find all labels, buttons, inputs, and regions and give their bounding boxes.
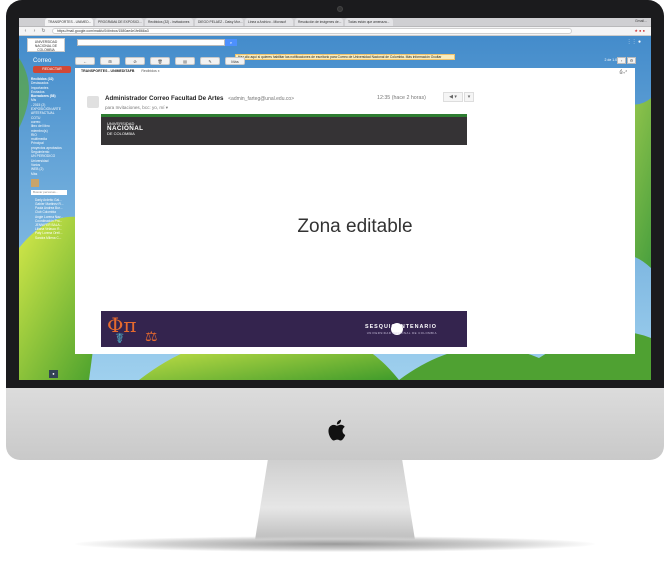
browser-url-bar: ‹ › ↻ https://mail.google.com/mail/u/0/#… bbox=[19, 27, 651, 36]
apple-logo-icon bbox=[328, 419, 346, 441]
more-button[interactable]: Más bbox=[225, 57, 245, 65]
monitor-stand bbox=[255, 460, 415, 540]
forward-icon[interactable]: › bbox=[32, 28, 37, 34]
browser-tab[interactable]: Recibidos (32) - invitaciones bbox=[145, 18, 193, 26]
contact-item[interactable]: Sandra Milena C... bbox=[31, 236, 73, 240]
settings-gear-icon[interactable]: ⚙ bbox=[627, 57, 636, 64]
sender-line: Administrador Correo Facultad De Artes <… bbox=[105, 95, 294, 102]
search-input[interactable] bbox=[77, 39, 225, 46]
delete-button[interactable]: 🗑 bbox=[150, 57, 170, 65]
move-button[interactable]: ▤ bbox=[175, 57, 195, 65]
footer-subtitle: UNIVERSIDAD NACIONAL DE COLOMBIA bbox=[366, 331, 437, 335]
hangouts-icon[interactable]: ● bbox=[49, 370, 58, 378]
screen: TRANSPORTES - UNIMED... PROGRAMA DE EXPO… bbox=[19, 18, 651, 380]
stand-shadow bbox=[75, 536, 595, 552]
print-icon[interactable]: ⎙ ⤢ bbox=[619, 69, 627, 74]
app-title[interactable]: Correo bbox=[33, 58, 51, 64]
reload-icon[interactable]: ↻ bbox=[41, 28, 46, 34]
browser-tab[interactable]: Todas están que amenaza... bbox=[345, 18, 393, 26]
gmail-header: UNIVERSIDAD NACIONAL DE COLOMBIA ⌕ ⋮⋮ ● bbox=[19, 36, 651, 54]
browser-tab[interactable]: Resolución de imágenes de... bbox=[295, 18, 343, 26]
chat-search-input[interactable]: Buscar personas... bbox=[31, 189, 67, 195]
sidebar-item[interactable]: Más bbox=[31, 172, 73, 176]
email-timestamp: 12:35 (hace 2 horas) bbox=[377, 95, 426, 101]
unal-logo[interactable]: UNIVERSIDAD NACIONAL DE COLOMBIA bbox=[27, 38, 65, 52]
inbox-label-chip[interactable]: Recibidos x bbox=[141, 69, 159, 73]
address-input[interactable]: https://mail.google.com/mail/u/0/#inbox/… bbox=[52, 28, 572, 34]
extension-icons[interactable]: ★ ● ● bbox=[634, 28, 645, 33]
sesquicentenario-banner: Φπ ☤ ⚖ SESQUICENTENARIO UNIVERSIDAD NACI… bbox=[101, 311, 467, 347]
reply-button[interactable]: ◀ ▾ bbox=[443, 92, 463, 102]
prev-page-button[interactable]: ‹ bbox=[617, 57, 626, 64]
more-actions-button[interactable]: ▾ bbox=[464, 92, 474, 102]
sender-email: <admin_farteg@unal.edu.co> bbox=[228, 96, 295, 102]
back-icon[interactable]: ‹ bbox=[23, 28, 28, 34]
sender-name: Administrador Correo Facultad De Artes bbox=[105, 95, 224, 102]
avatar[interactable] bbox=[31, 178, 39, 187]
unal-header-logo: UNIVERSIDAD NACIONAL DE COLOMBIA bbox=[107, 121, 143, 139]
browser-tab-bar: TRANSPORTES - UNIMED... PROGRAMA DE EXPO… bbox=[19, 18, 651, 27]
search-icon[interactable]: ⌕ bbox=[225, 39, 237, 46]
footer-title: SESQUICENTENARIO bbox=[364, 324, 437, 330]
scales-icon: ⚖ bbox=[145, 329, 158, 345]
recipients-line[interactable]: para Invitaciones, bcc: yo, mí ▾ bbox=[105, 105, 168, 111]
email-header-banner: UNIVERSIDAD NACIONAL DE COLOMBIA bbox=[101, 114, 467, 145]
browser-tab[interactable]: DIEGO PELAEZ - Daisy Mor... bbox=[195, 18, 243, 26]
browser-tab[interactable]: Linea a Archivo - Microsof bbox=[245, 18, 293, 26]
browser-user-label: Gmail... bbox=[634, 19, 647, 23]
email-subject-text: TRANSPORTES - UNIMEDITAFB bbox=[81, 69, 135, 73]
email-view: TRANSPORTES - UNIMEDITAFB Recibidos x ⎙ … bbox=[75, 68, 635, 354]
back-to-inbox-button[interactable]: ← bbox=[75, 57, 95, 65]
spam-button[interactable]: ⊘ bbox=[125, 57, 145, 65]
gmail-sidebar: REDACTAR Recibidos (32) Destacados Impor… bbox=[31, 66, 73, 240]
browser-tab[interactable]: PROGRAMA DE EXPOSICI... bbox=[95, 18, 143, 26]
labels-button[interactable]: ✎ bbox=[200, 57, 220, 65]
apps-grid-icon[interactable]: ⋮⋮ ● bbox=[627, 39, 641, 45]
camera-icon bbox=[337, 6, 343, 12]
sender-avatar bbox=[87, 96, 99, 108]
browser-tab[interactable]: TRANSPORTES - UNIMED... bbox=[45, 18, 93, 26]
imac-mockup: TRANSPORTES - UNIMED... PROGRAMA DE EXPO… bbox=[0, 0, 670, 568]
mail-toolbar: ← ⊞ ⊘ 🗑 ▤ ✎ Más bbox=[75, 57, 250, 66]
email-subject: TRANSPORTES - UNIMEDITAFB Recibidos x bbox=[81, 69, 159, 73]
caduceus-icon: ☤ bbox=[115, 331, 125, 347]
editable-zone[interactable]: Zona editable bbox=[75, 216, 635, 238]
notification-banner[interactable]: Haz clic aquí si quieres habilitar las n… bbox=[235, 54, 455, 60]
compose-button[interactable]: REDACTAR bbox=[33, 66, 71, 73]
archive-button[interactable]: ⊞ bbox=[100, 57, 120, 65]
